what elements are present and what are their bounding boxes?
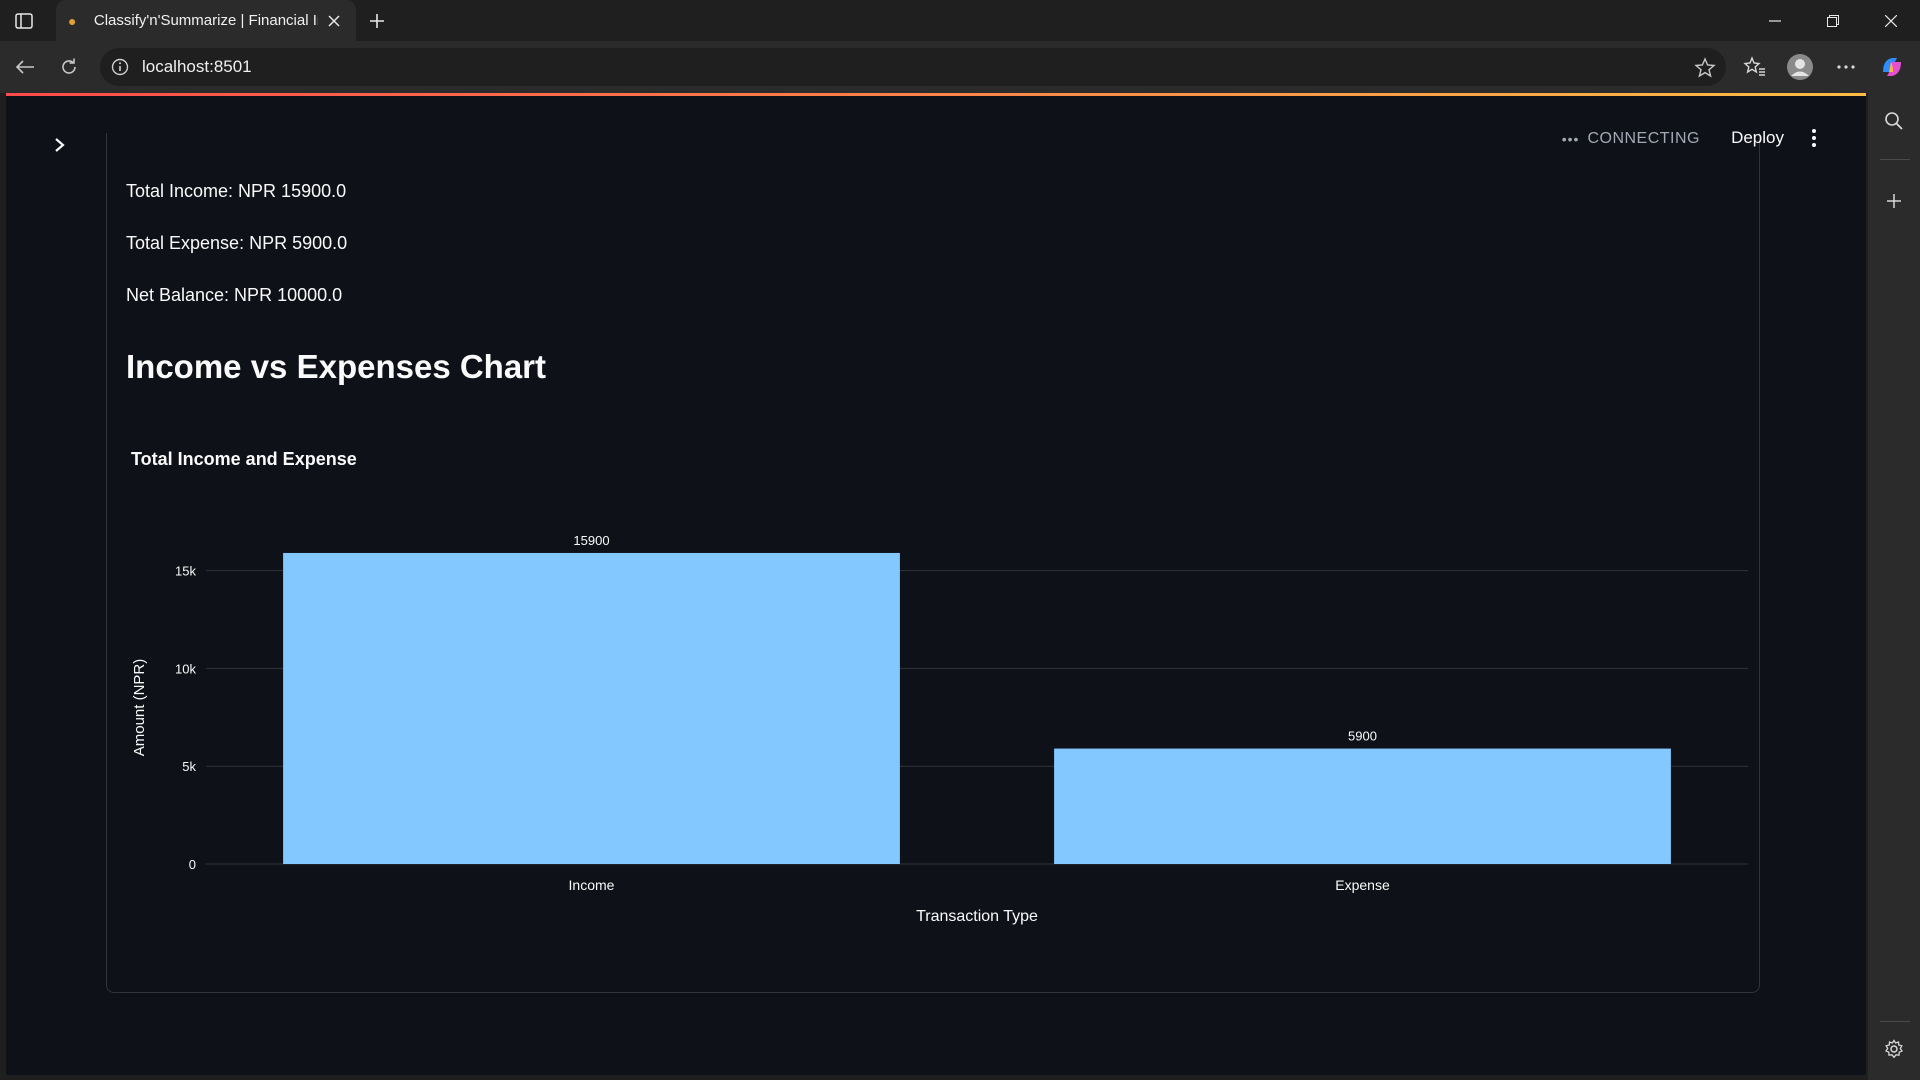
app-viewport: ••• CONNECTING Deploy Total Income: NPR … (6, 93, 1866, 1075)
bar-income[interactable] (283, 552, 900, 864)
browser-edge-sidebar (1868, 93, 1920, 1080)
minimize-icon[interactable] (1746, 0, 1804, 41)
new-tab-icon[interactable] (364, 8, 390, 34)
browser-toolbar: localhost:8501 (0, 41, 1920, 93)
deploy-button[interactable]: Deploy (1723, 119, 1792, 157)
net-balance-text: Net Balance: NPR 10000.0 (126, 285, 343, 305)
x-tick-label: Expense (1335, 877, 1390, 893)
browser-tab[interactable]: ● Classify'n'Summarize | Financial Ir (56, 0, 356, 41)
copilot-icon[interactable] (1878, 53, 1906, 81)
kebab-menu-icon[interactable] (1800, 124, 1828, 152)
favorites-icon[interactable] (1741, 53, 1769, 81)
data-label: 15900 (573, 533, 609, 548)
sidebar-divider (1880, 159, 1910, 160)
total-expense-text: Total Expense: NPR 5900.0 (126, 233, 348, 253)
bar-expense[interactable] (1054, 748, 1671, 864)
tab-title: Classify'n'Summarize | Financial Ir (93, 12, 319, 29)
sidebar-divider (1880, 1021, 1910, 1022)
search-icon[interactable] (1880, 107, 1908, 135)
profile-icon[interactable] (1786, 53, 1814, 81)
chart-title: Total Income and Expense (131, 449, 357, 469)
reload-icon[interactable] (56, 54, 82, 80)
close-tab-icon[interactable] (324, 11, 344, 31)
y-tick-label: 5k (182, 759, 196, 774)
y-tick-label: 10k (175, 661, 196, 676)
data-label: 5900 (1348, 729, 1377, 744)
chevron-right-icon[interactable] (48, 133, 72, 157)
section-title: Income vs Expenses Chart (126, 348, 547, 385)
add-icon[interactable] (1880, 187, 1908, 215)
info-icon[interactable] (110, 57, 130, 77)
connection-status: ••• CONNECTING (1562, 127, 1700, 151)
tab-favicon-icon: ● (68, 12, 77, 29)
y-tick-label: 0 (189, 857, 196, 872)
url-text: localhost:8501 (142, 57, 252, 76)
star-icon[interactable] (1694, 57, 1716, 79)
status-dots-icon: ••• (1561, 131, 1580, 147)
x-axis-title: Transaction Type (916, 908, 1038, 925)
x-tick-label: Income (569, 877, 615, 893)
window-controls (1746, 0, 1920, 41)
status-text: CONNECTING (1587, 130, 1700, 147)
close-window-icon[interactable] (1862, 0, 1920, 41)
browser-tab-strip: ● Classify'n'Summarize | Financial Ir (0, 0, 1920, 41)
income-expense-bar-chart[interactable]: Total Income and Expense 0 5k 10k 15k 15900 I… (126, 441, 1756, 941)
y-tick-label: 15k (175, 564, 196, 579)
address-bar[interactable]: localhost:8501 (100, 48, 1726, 86)
back-icon[interactable] (12, 54, 38, 80)
loading-bar (6, 93, 1866, 96)
sidebar-toggle-icon[interactable] (12, 10, 36, 32)
more-icon[interactable] (1832, 53, 1860, 81)
settings-icon[interactable] (1880, 1035, 1908, 1063)
restore-icon[interactable] (1804, 0, 1862, 41)
total-income-text: Total Income: NPR 15900.0 (126, 181, 347, 201)
y-axis-title: Amount (NPR) (131, 659, 148, 757)
